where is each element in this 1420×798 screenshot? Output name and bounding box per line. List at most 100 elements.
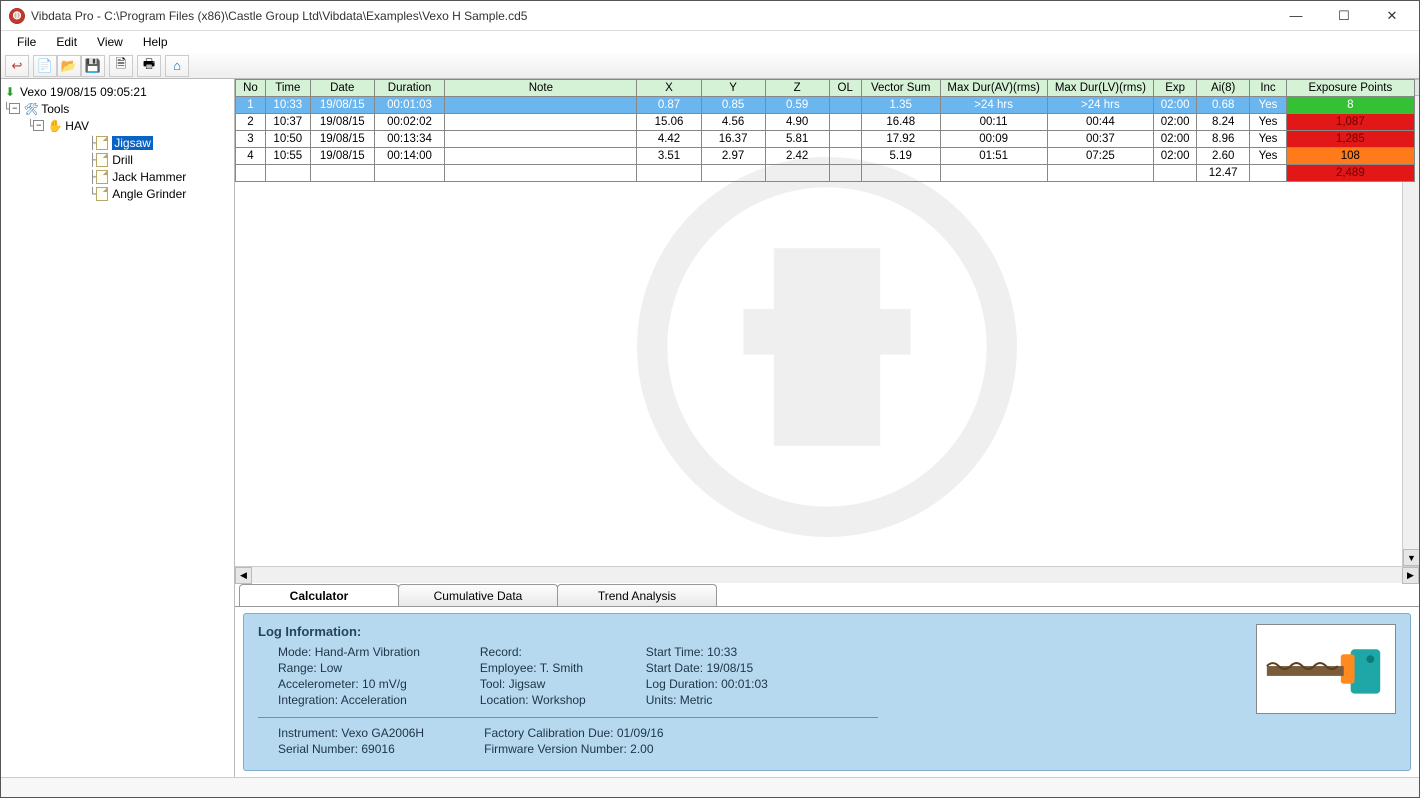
cell-maxav[interactable]: >24 hrs	[940, 97, 1047, 114]
col-z[interactable]: Z	[765, 80, 829, 97]
cell-time[interactable]: 10:33	[265, 97, 310, 114]
data-table[interactable]: NoTimeDateDurationNoteXYZOLVector SumMax…	[235, 79, 1415, 182]
tree-root[interactable]: ⬇ Vexo 19/08/15 09:05:21	[3, 83, 232, 100]
new-button[interactable]: 📄	[33, 55, 57, 77]
tree-item-jack-hammer[interactable]: ├Jack Hammer	[3, 168, 232, 185]
cell-z[interactable]: 0.59	[765, 97, 829, 114]
cell-x[interactable]: 0.87	[637, 97, 701, 114]
cell-maxlv[interactable]: 00:37	[1047, 131, 1154, 148]
col-max-dur-lv-rms-[interactable]: Max Dur(LV)(rms)	[1047, 80, 1154, 97]
cell-vsum[interactable]: 5.19	[861, 148, 940, 165]
cell-ep[interactable]: 1,087	[1286, 114, 1414, 131]
cell-date[interactable]: 19/08/15	[310, 97, 374, 114]
horizontal-scrollbar[interactable]: ◀ ▶	[235, 566, 1419, 583]
cell-ai8[interactable]: 8.24	[1196, 114, 1249, 131]
cell-exp[interactable]: 02:00	[1154, 148, 1197, 165]
cell-y[interactable]: 16.37	[701, 131, 765, 148]
scroll-right-icon[interactable]: ▶	[1402, 567, 1419, 584]
cell-time[interactable]: 10:37	[265, 114, 310, 131]
cell-note[interactable]	[445, 131, 637, 148]
tab-cumulative[interactable]: Cumulative Data	[398, 584, 558, 606]
cell-ep[interactable]: 1,285	[1286, 131, 1414, 148]
cell-ep[interactable]: 108	[1286, 148, 1414, 165]
table-row[interactable]: 410:5519/08/1500:14:003.512.972.425.1901…	[236, 148, 1415, 165]
col-duration[interactable]: Duration	[374, 80, 444, 97]
close-button[interactable]: ✕	[1377, 6, 1407, 26]
cell-inc[interactable]: Yes	[1250, 114, 1286, 131]
cell-maxav[interactable]: 00:11	[940, 114, 1047, 131]
cell-ai8[interactable]: 8.96	[1196, 131, 1249, 148]
tab-trend[interactable]: Trend Analysis	[557, 584, 717, 606]
col-inc[interactable]: Inc	[1250, 80, 1286, 97]
cell-vsum[interactable]: 1.35	[861, 97, 940, 114]
menu-edit[interactable]: Edit	[48, 33, 85, 51]
tree-item-angle-grinder[interactable]: └Angle Grinder	[3, 185, 232, 202]
col-x[interactable]: X	[637, 80, 701, 97]
cell-vsum[interactable]: 17.92	[861, 131, 940, 148]
cell-z[interactable]: 2.42	[765, 148, 829, 165]
cell-date[interactable]: 19/08/15	[310, 148, 374, 165]
cell-duration[interactable]: 00:02:02	[374, 114, 444, 131]
cell-y[interactable]: 4.56	[701, 114, 765, 131]
undo-button[interactable]: ↩	[5, 55, 29, 77]
tree-panel[interactable]: ⬇ Vexo 19/08/15 09:05:21 └ − 🛠 Tools └ −…	[1, 79, 235, 777]
cell-ai8[interactable]: 0.68	[1196, 97, 1249, 114]
cell-note[interactable]	[445, 97, 637, 114]
scroll-down-icon[interactable]: ▼	[1403, 549, 1419, 566]
tree-item-jigsaw[interactable]: ├Jigsaw	[3, 134, 232, 151]
cell-no[interactable]: 1	[236, 97, 266, 114]
cell-y[interactable]: 2.97	[701, 148, 765, 165]
maximize-button[interactable]: ☐	[1329, 6, 1359, 26]
cell-date[interactable]: 19/08/15	[310, 131, 374, 148]
col-note[interactable]: Note	[445, 80, 637, 97]
col-max-dur-av-rms-[interactable]: Max Dur(AV)(rms)	[940, 80, 1047, 97]
cell-note[interactable]	[445, 148, 637, 165]
cell-y[interactable]: 0.85	[701, 97, 765, 114]
tree-hav[interactable]: └ − ✋ HAV	[3, 117, 232, 134]
cell-inc[interactable]: Yes	[1250, 131, 1286, 148]
cell-ol[interactable]	[829, 97, 861, 114]
cell-no[interactable]: 4	[236, 148, 266, 165]
cell-vsum[interactable]: 16.48	[861, 114, 940, 131]
cell-maxav[interactable]: 00:09	[940, 131, 1047, 148]
cell-maxlv[interactable]: 00:44	[1047, 114, 1154, 131]
doc-button[interactable]: 🗎	[109, 55, 133, 77]
cell-ol[interactable]	[829, 114, 861, 131]
tab-calculator[interactable]: Calculator	[239, 584, 399, 606]
col-exposure-points[interactable]: Exposure Points	[1286, 80, 1414, 97]
cell-ep[interactable]: 8	[1286, 97, 1414, 114]
table-row[interactable]: 110:3319/08/1500:01:030.870.850.591.35>2…	[236, 97, 1415, 114]
tree-item-drill[interactable]: ├Drill	[3, 151, 232, 168]
col-ol[interactable]: OL	[829, 80, 861, 97]
cell-date[interactable]: 19/08/15	[310, 114, 374, 131]
menu-view[interactable]: View	[89, 33, 131, 51]
col-date[interactable]: Date	[310, 80, 374, 97]
cell-x[interactable]: 3.51	[637, 148, 701, 165]
cell-maxav[interactable]: 01:51	[940, 148, 1047, 165]
cell-x[interactable]: 4.42	[637, 131, 701, 148]
minimize-button[interactable]: —	[1281, 6, 1311, 26]
col-time[interactable]: Time	[265, 80, 310, 97]
home-button[interactable]: ⌂	[165, 55, 189, 77]
cell-exp[interactable]: 02:00	[1154, 114, 1197, 131]
menu-file[interactable]: File	[9, 33, 44, 51]
menu-help[interactable]: Help	[135, 33, 176, 51]
cell-inc[interactable]: Yes	[1250, 148, 1286, 165]
table-row[interactable]: 210:3719/08/1500:02:0215.064.564.9016.48…	[236, 114, 1415, 131]
cell-ol[interactable]	[829, 131, 861, 148]
cell-maxlv[interactable]: 07:25	[1047, 148, 1154, 165]
cell-no[interactable]: 3	[236, 131, 266, 148]
cell-maxlv[interactable]: >24 hrs	[1047, 97, 1154, 114]
cell-note[interactable]	[445, 114, 637, 131]
col-ai-8-[interactable]: Ai(8)	[1196, 80, 1249, 97]
tree-toggle-tools[interactable]: −	[9, 103, 20, 114]
col-no[interactable]: No	[236, 80, 266, 97]
cell-exp[interactable]: 02:00	[1154, 131, 1197, 148]
cell-time[interactable]: 10:50	[265, 131, 310, 148]
cell-no[interactable]: 2	[236, 114, 266, 131]
col-exp[interactable]: Exp	[1154, 80, 1197, 97]
cell-ol[interactable]	[829, 148, 861, 165]
col-vector-sum[interactable]: Vector Sum	[861, 80, 940, 97]
cell-exp[interactable]: 02:00	[1154, 97, 1197, 114]
cell-duration[interactable]: 00:13:34	[374, 131, 444, 148]
